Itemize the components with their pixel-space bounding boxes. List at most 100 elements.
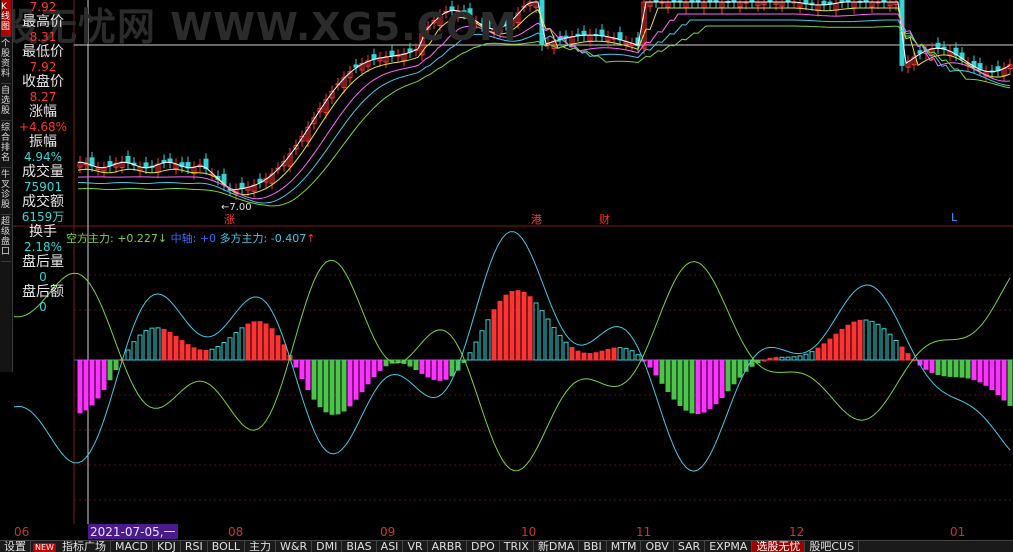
date-tick-06: 06 [14, 525, 30, 539]
indicator-bar [83, 359, 89, 411]
indicator-tab-17[interactable]: BBI [579, 541, 607, 552]
indicator-tab-4[interactable]: KDJ [153, 541, 181, 552]
indicator-bar [977, 359, 983, 383]
indicator-bar [359, 359, 365, 393]
indicator-bar [857, 319, 863, 361]
indicator-tab-22[interactable]: 选股无忧 [752, 541, 806, 552]
indicator-tab-0[interactable]: 设置 [0, 541, 31, 552]
side-tab-3[interactable]: 综合排名 [1, 121, 11, 168]
date-axis: 06 2021-07-05,一 08 09 10 11 12 01 [0, 524, 1013, 540]
indicator-bar [419, 359, 425, 374]
indicator-tab-5[interactable]: RSI [181, 541, 208, 552]
after-hours-amount-value: 0 [39, 300, 47, 314]
event-marker-l[interactable]: L [951, 211, 957, 224]
indicator-bar [407, 359, 413, 367]
indicator-bar [275, 335, 281, 361]
candle-body [371, 54, 377, 60]
indicator-bar [539, 310, 545, 361]
after-hours-amount-label: 盘后额 [22, 284, 64, 300]
indicator-tab-19[interactable]: OBV [641, 541, 674, 552]
indicator-bar [791, 356, 797, 361]
low-label: 最低价 [22, 44, 64, 60]
indicator-bar [191, 347, 197, 361]
event-marker-cai[interactable]: 财 [599, 211, 610, 227]
indicator-tab-11[interactable]: ASI [377, 541, 404, 552]
indicator-tab-12[interactable]: VR [403, 541, 428, 552]
indicator-bar [839, 328, 845, 361]
indicator-tab-10[interactable]: BIAS [342, 541, 377, 552]
indicator-tab-20[interactable]: SAR [674, 541, 706, 552]
indicator-bar [959, 359, 965, 378]
indicator-bar [629, 350, 635, 361]
indicator-bar [485, 319, 491, 361]
candle-body [239, 182, 245, 190]
indicator-bar [131, 341, 137, 361]
indicator-bar [515, 290, 521, 361]
indicator-bar [197, 349, 203, 361]
indicator-bar [269, 328, 275, 361]
indicator-tab-13[interactable]: ARBR [428, 541, 467, 552]
indicator-bar [323, 359, 329, 413]
indicator-bar [905, 353, 911, 361]
indicator-bar [965, 359, 971, 379]
indicator-bar [257, 321, 263, 361]
indicator-bar [869, 320, 875, 361]
indicator-bar [263, 323, 269, 361]
indicator-tab-8[interactable]: W&R [276, 541, 313, 552]
indicator-bar [527, 296, 533, 361]
indicator-bar [785, 356, 791, 361]
indicator-bar [137, 334, 143, 361]
indicator-bar [479, 330, 485, 361]
date-tick-08: 08 [228, 525, 244, 539]
indicator-bar [77, 359, 83, 414]
amplitude-value: 4.94% [23, 150, 63, 164]
indicator-bar [989, 359, 995, 391]
side-tab-2[interactable]: 自选股 [1, 84, 11, 121]
indicator-tab-9[interactable]: DMI [312, 541, 343, 552]
side-tab-5[interactable]: 超级盘口 [1, 215, 11, 262]
event-marker-zhang[interactable]: 涨 [224, 211, 235, 227]
candle-body [125, 156, 131, 164]
candle-body [581, 30, 587, 36]
indicator-bar [953, 359, 959, 378]
indicator-bar [941, 359, 947, 377]
indicator-tab-16[interactable]: 新DMA [534, 541, 580, 552]
indicator-tab-23[interactable]: 股吧CUS [805, 541, 860, 552]
indicator-bar [803, 353, 809, 361]
indicator-tab-3[interactable]: MACD [111, 541, 153, 552]
indicator-tab-6[interactable]: BOLL [208, 541, 246, 552]
side-tab-4[interactable]: 牛叉诊股 [1, 168, 11, 215]
indicator-bar [365, 359, 371, 385]
date-tick-12: 12 [789, 525, 805, 539]
indicator-tab-2[interactable]: 指标广场 [58, 541, 111, 552]
candle-body [389, 50, 395, 57]
indicator-legend: 空方主力: +0.227↓ 中轴: +0 多方主力: -0.407↑ [66, 230, 315, 246]
date-tick-09: 09 [380, 525, 396, 539]
indicator-tab-7[interactable]: 主力 [245, 541, 277, 552]
indicator-bar [725, 359, 731, 392]
indicator-bar [143, 330, 149, 361]
kline-chart-canvas[interactable] [0, 0, 1013, 524]
indicator-bar [863, 319, 869, 361]
indicator-bar [707, 359, 713, 410]
indicator-tab-18[interactable]: MTM [607, 541, 642, 552]
side-tab-0[interactable]: K线图 [1, 0, 11, 37]
down-arrow-icon: ↓ [157, 232, 168, 245]
indicator-tab-15[interactable]: TRIX [500, 541, 534, 552]
indicator-tab-14[interactable]: DPO [467, 541, 500, 552]
indicator-bar [89, 359, 95, 406]
candle-body [935, 42, 941, 49]
change-label: 涨幅 [29, 104, 57, 120]
indicator-bar [233, 332, 239, 361]
indicator-bar [995, 359, 1001, 396]
indicator-bar [647, 359, 653, 368]
indicator-bar [149, 327, 155, 361]
indicator-bar [101, 359, 107, 390]
event-marker-gang[interactable]: 港 [531, 211, 542, 227]
indicator-tab-21[interactable]: EXPMA [705, 541, 753, 552]
indicator-bar [185, 344, 191, 361]
indicator-bar [689, 359, 695, 414]
open-value: 7.92 [29, 0, 57, 14]
indicator-bar [1001, 359, 1007, 401]
side-tab-1[interactable]: 个股资料 [1, 37, 11, 84]
